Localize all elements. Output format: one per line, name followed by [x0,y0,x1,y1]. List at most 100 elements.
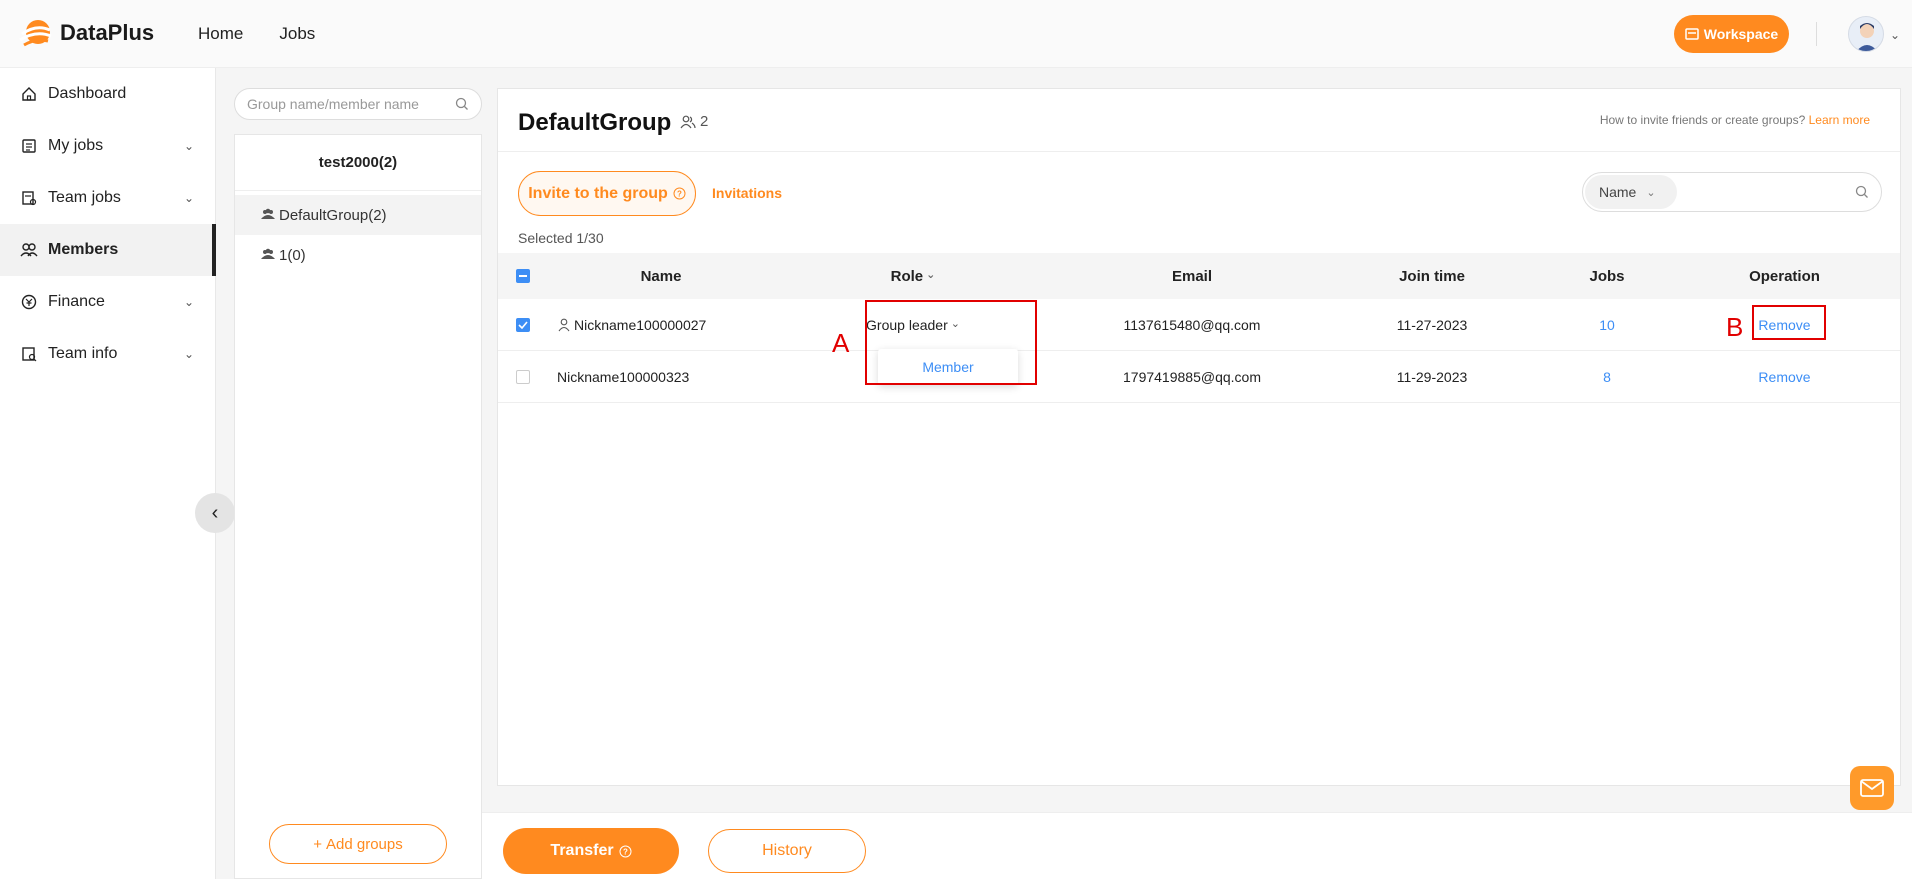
group-item-1[interactable]: 1(0) [235,235,481,275]
plus-icon: + [313,835,323,853]
member-name: Nickname100000027 [574,316,707,333]
chevron-down-icon: ⌄ [183,139,194,153]
annotation-label-b: B [1726,312,1744,342]
mail-icon [1860,779,1884,797]
learn-more-link[interactable]: Learn more [1809,113,1870,127]
col-header-email: Email [1171,267,1213,285]
member-count-value: 2 [700,113,709,130]
team-info-icon [20,345,38,363]
chevron-down-icon: ⌄ [183,347,194,361]
group-icon [261,207,275,224]
member-jobs-link[interactable]: 8 [1527,369,1687,385]
home-icon [20,85,38,103]
remove-button[interactable]: Remove [1687,369,1882,385]
col-header-role[interactable]: Role ⌄ [779,268,1047,285]
top-divider [1816,22,1817,46]
sidebar-item-members[interactable]: Members [0,224,216,276]
message-button[interactable] [1850,766,1894,810]
sidebar-item-finance[interactable]: Finance ⌄ [0,276,216,328]
people-icon [680,115,696,128]
transfer-button[interactable]: Transfer ? [503,828,679,874]
group-item-label: 1(0) [279,246,306,264]
member-name-cell: Nickname100000323 [543,369,779,385]
sidebar-item-dashboard[interactable]: Dashboard [0,68,216,120]
top-bar: DataPlus Home Jobs Workspace ⌄ [0,0,1912,68]
workspace-button[interactable]: Workspace [1674,15,1789,53]
nav-home[interactable]: Home [198,24,243,44]
add-groups-label: Add groups [326,835,403,853]
finance-icon [20,293,38,311]
sidebar-item-label: Members [48,241,119,258]
sidebar-item-label: My jobs [48,137,104,154]
transfer-label: Transfer [550,842,614,859]
search-icon[interactable] [455,97,469,111]
sidebar-item-label: Team jobs [48,189,121,206]
member-join-time: 11-27-2023 [1396,316,1468,333]
annotation-box-a [865,300,1037,385]
row-checkbox-cell [503,369,543,384]
header-divider [498,151,1900,152]
invite-to-group-button[interactable]: Invite to the group ? [518,171,696,216]
nav-jobs[interactable]: Jobs [279,24,315,44]
col-header-operation: Operation [1749,267,1820,285]
group-list: test2000(2) DefaultGroup(2) 1(0) [234,134,482,879]
chevron-down-icon: ⌄ [183,191,194,205]
workspace-label: Workspace [1703,26,1779,42]
member-name-cell: Nickname100000027 [543,317,779,333]
invite-label: Invite to the group [528,184,668,202]
avatar-icon [1856,23,1878,51]
groups-panel: Group name/member name test2000(2) Defau… [234,68,482,879]
add-groups-button[interactable]: + Add groups [269,824,447,864]
filter-field-select[interactable]: Name ⌄ [1585,175,1677,209]
row-checkbox[interactable] [516,369,530,384]
member-email: 1797419885@qq.com [1123,368,1261,385]
filter-field-label: Name [1599,184,1637,200]
svg-text:?: ? [623,847,628,856]
sidebar: Dashboard My jobs ⌄ Team jobs ⌄ Members … [0,68,216,879]
member-name: Nickname100000323 [557,368,690,385]
sidebar-item-team-info[interactable]: Team info ⌄ [0,328,216,380]
annotation-label-a: A [832,328,850,358]
group-item-defaultgroup[interactable]: DefaultGroup(2) [235,195,481,235]
group-item-label: DefaultGroup(2) [279,206,387,224]
row-checkbox[interactable] [516,317,530,332]
help-circle-icon: ? [619,845,632,857]
row-checkbox-cell [503,317,543,332]
member-count: 2 [680,113,708,130]
col-header-name: Name [640,267,682,285]
chevron-left-icon: ‹ [211,501,219,524]
sidebar-item-team-jobs[interactable]: Team jobs ⌄ [0,172,216,224]
jobs-list-icon [20,137,38,155]
select-all-cell [503,269,543,283]
search-icon[interactable] [1855,185,1869,199]
org-name: test2000(2) [235,135,481,191]
group-search-input[interactable]: Group name/member name [234,88,482,120]
sidebar-item-my-jobs[interactable]: My jobs ⌄ [0,120,216,172]
chevron-down-icon: ⌄ [926,268,936,281]
avatar-chevron-down-icon[interactable]: ⌄ [1890,28,1900,42]
top-nav: Home Jobs [198,24,315,44]
app-name: DataPlus [60,20,155,45]
user-avatar[interactable] [1848,16,1884,52]
invitations-link[interactable]: Invitations [712,185,782,201]
member-jobs-link[interactable]: 10 [1527,317,1687,333]
select-all-checkbox[interactable] [516,269,530,283]
dataplus-logo-icon [19,20,52,47]
leader-icon [558,318,570,331]
group-search-placeholder: Group name/member name [247,96,419,112]
table-header: Name Role ⌄ Email Join time Jobs Operati… [498,253,1900,299]
workspace-icon [1685,28,1699,40]
team-jobs-icon [20,189,38,207]
main-panel: DefaultGroup 2 How to invite friends or … [497,88,1901,786]
member-filter[interactable]: Name ⌄ [1582,172,1882,212]
sidebar-item-label: Team info [48,345,118,362]
app-logo[interactable]: DataPlus [18,18,154,48]
members-icon [20,241,38,259]
annotation-box-b [1752,305,1826,340]
page-title: DefaultGroup [518,109,672,136]
collapse-sidebar-button[interactable]: ‹ [195,493,235,533]
members-table: Name Role ⌄ Email Join time Jobs Operati… [498,253,1900,403]
col-header-role-label: Role [890,267,924,285]
col-header-join-time: Join time [1399,267,1465,285]
history-button[interactable]: History [708,829,866,873]
